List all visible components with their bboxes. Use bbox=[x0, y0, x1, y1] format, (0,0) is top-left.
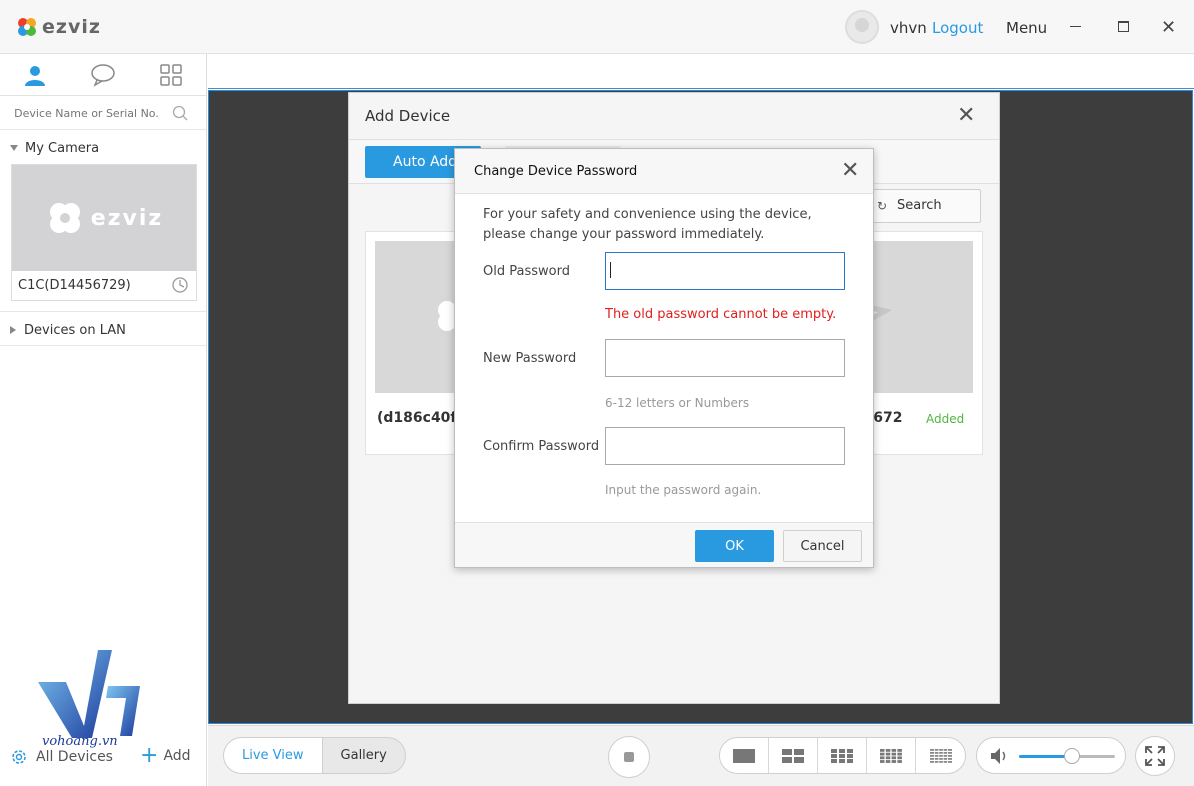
title-bar: ezviz vhvn Logout Menu ✕ bbox=[0, 0, 1194, 54]
new-password-label: New Password bbox=[483, 351, 577, 366]
add-device-title: Add Device bbox=[365, 107, 451, 125]
app-logo: ezviz bbox=[16, 14, 101, 40]
person-icon[interactable] bbox=[22, 63, 48, 87]
layout-16-button[interactable] bbox=[867, 738, 916, 773]
ok-button[interactable]: OK bbox=[695, 530, 774, 562]
view-switch: Live View Gallery bbox=[223, 737, 406, 774]
device-status-badge: Added bbox=[926, 412, 965, 426]
password-note: For your safety and convenience using th… bbox=[483, 207, 812, 242]
close-icon[interactable]: ✕ bbox=[957, 103, 975, 128]
top-strip bbox=[208, 54, 1194, 89]
layout-25-button[interactable] bbox=[916, 738, 965, 773]
sidebar: My Camera ezviz C1C(D14456729) Devices o… bbox=[0, 54, 207, 786]
speaker-icon[interactable] bbox=[989, 746, 1011, 766]
sidebar-footer: All Devices + Add bbox=[0, 743, 206, 786]
devices-on-lan-label: Devices on LAN bbox=[24, 322, 126, 338]
username: vhvn bbox=[890, 19, 927, 37]
new-password-field[interactable] bbox=[605, 339, 845, 377]
old-password-field[interactable] bbox=[605, 252, 845, 290]
close-icon[interactable]: ✕ bbox=[841, 158, 859, 183]
all-devices-label: All Devices bbox=[36, 749, 113, 765]
dialog-header: Change Device Password ✕ bbox=[455, 149, 873, 194]
divider bbox=[0, 311, 206, 312]
layout-4x4-icon bbox=[880, 748, 902, 763]
history-icon[interactable] bbox=[170, 275, 190, 295]
layout-2x2-icon bbox=[782, 748, 804, 763]
sidebar-tabs bbox=[0, 54, 206, 96]
confirm-password-label: Confirm Password bbox=[483, 439, 600, 454]
maximize-icon[interactable] bbox=[1118, 21, 1129, 32]
layout-4-button[interactable] bbox=[769, 738, 818, 773]
my-camera-label: My Camera bbox=[25, 140, 100, 156]
new-password-hint: 6-12 letters or Numbers bbox=[605, 396, 750, 410]
chevron-right-icon bbox=[10, 326, 16, 334]
logo-text: ezviz bbox=[42, 16, 101, 38]
gear-icon bbox=[12, 750, 26, 764]
camera-card[interactable]: ezviz C1C(D14456729) bbox=[11, 164, 197, 301]
ezviz-logo-icon bbox=[18, 18, 36, 36]
search-icon[interactable] bbox=[172, 105, 188, 121]
layout-selector bbox=[719, 737, 966, 774]
dialog-title: Change Device Password bbox=[474, 164, 638, 179]
chat-icon[interactable] bbox=[90, 63, 116, 87]
close-window-icon[interactable]: ✕ bbox=[1161, 17, 1176, 38]
minimize-icon[interactable] bbox=[1070, 26, 1081, 27]
camera-name: C1C(D14456729) bbox=[18, 278, 131, 293]
layout-9-button[interactable] bbox=[818, 738, 867, 773]
devices-on-lan-section[interactable]: Devices on LAN bbox=[0, 313, 206, 347]
refresh-icon: ↻ bbox=[877, 199, 888, 213]
search-again-button[interactable]: ↻ Search again bbox=[869, 189, 981, 245]
device-serial: (d186c40f7 bbox=[377, 410, 467, 426]
confirm-password-hint: Input the password again. bbox=[605, 483, 762, 497]
divider bbox=[0, 345, 206, 346]
camera-thumbnail: ezviz bbox=[12, 165, 196, 271]
volume-slider-handle[interactable] bbox=[1063, 748, 1080, 764]
old-password-error: The old password cannot be empty. bbox=[605, 307, 837, 322]
my-camera-section[interactable]: My Camera bbox=[0, 131, 206, 165]
record-button[interactable] bbox=[608, 736, 650, 778]
plus-icon: + bbox=[140, 743, 159, 768]
dialog-footer: OK Cancel bbox=[455, 522, 873, 567]
layout-3x3-icon bbox=[831, 748, 853, 763]
camera-thumb-logo-text: ezviz bbox=[90, 205, 164, 231]
volume-control bbox=[976, 737, 1126, 774]
cancel-button[interactable]: Cancel bbox=[783, 530, 862, 562]
menu-button[interactable]: Menu bbox=[1006, 19, 1047, 37]
ezviz-logo-icon bbox=[49, 203, 80, 233]
search-row bbox=[0, 96, 206, 130]
confirm-password-field[interactable] bbox=[605, 427, 845, 465]
tab-gallery[interactable]: Gallery bbox=[323, 738, 405, 773]
logout-link[interactable]: Logout bbox=[932, 19, 983, 37]
change-password-dialog: Change Device Password ✕ For your safety… bbox=[454, 148, 874, 568]
layout-1x1-icon bbox=[733, 748, 755, 763]
tab-live-view[interactable]: Live View bbox=[224, 738, 323, 773]
watermark-text: vohoang.vn bbox=[42, 734, 118, 749]
layout-5x5-icon bbox=[929, 748, 952, 763]
add-label: Add bbox=[163, 748, 191, 764]
add-device-button[interactable]: + Add bbox=[140, 743, 191, 768]
search-input[interactable] bbox=[4, 100, 169, 126]
grid-icon[interactable] bbox=[158, 63, 184, 87]
chevron-down-icon bbox=[10, 145, 18, 151]
old-password-label: Old Password bbox=[483, 264, 570, 279]
layout-1-button[interactable] bbox=[720, 738, 769, 773]
fullscreen-button[interactable] bbox=[1135, 736, 1175, 776]
all-devices-button[interactable]: All Devices bbox=[10, 748, 113, 766]
fullscreen-icon bbox=[1145, 746, 1165, 766]
watermark-logo-icon bbox=[38, 650, 140, 738]
text-caret bbox=[610, 262, 611, 278]
avatar[interactable] bbox=[845, 10, 879, 44]
bottom-toolbar: Live View Gallery bbox=[208, 725, 1194, 786]
